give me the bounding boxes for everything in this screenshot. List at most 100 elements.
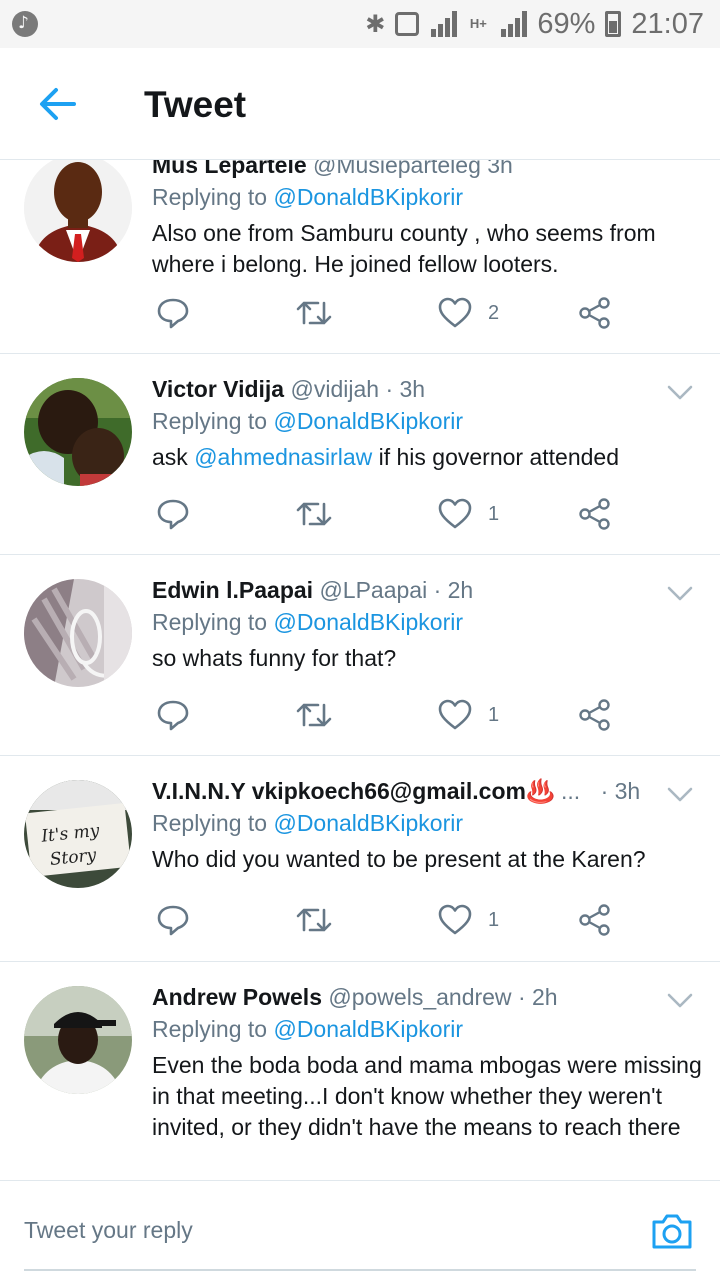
bluetooth-icon: ✱ (365, 10, 386, 38)
tweet-text: Also one from Samburu county , who seems… (152, 220, 656, 277)
reply-icon (157, 700, 189, 731)
tweet-text: Who did you wanted to be present at the … (152, 846, 646, 872)
reply-list[interactable]: Mus Lepartele @Musieparteleg 3h Replying… (0, 160, 720, 1178)
user-name[interactable]: Victor Vidija (152, 376, 284, 402)
signal-icon (429, 11, 458, 37)
tweet-item[interactable]: Edwin l.Paapai @LPaapai · 2h Replying to… (0, 555, 720, 756)
avatar[interactable] (24, 986, 132, 1094)
avatar[interactable] (24, 378, 132, 486)
tweet-actions: 1 (152, 900, 622, 940)
user-name[interactable]: Andrew Powels (152, 984, 322, 1010)
reply-button[interactable] (156, 900, 190, 940)
chevron-down-icon[interactable] (666, 786, 694, 804)
share-icon (579, 699, 610, 731)
phone-icon (395, 12, 420, 36)
share-button[interactable] (578, 293, 612, 333)
like-count: 1 (488, 502, 500, 525)
tweet-header: Edwin l.Paapai @LPaapai · 2h (152, 575, 702, 605)
like-count: 1 (488, 703, 500, 726)
retweet-button[interactable] (296, 900, 332, 940)
avatar[interactable]: It's my Story (24, 780, 132, 888)
reply-button[interactable] (156, 695, 190, 735)
signal-icon-2 (499, 11, 528, 37)
user-handle[interactable]: @vidijah (290, 376, 379, 402)
chevron-down-icon[interactable] (666, 992, 694, 1010)
reply-input[interactable]: Tweet your reply (24, 1217, 193, 1244)
status-bar: ✱ H+ 69% 21:07 (0, 0, 720, 48)
clock: 21:07 (631, 7, 704, 40)
tweet-item[interactable]: Andrew Powels @powels_andrew · 2h Replyi… (0, 962, 720, 1178)
replying-label: Replying to (152, 810, 268, 836)
user-handle[interactable]: @powels_andrew (328, 984, 511, 1010)
arrow-left-icon[interactable] (38, 86, 78, 122)
tweet-header: Andrew Powels @powels_andrew · 2h (152, 982, 702, 1012)
status-icons: ✱ H+ 69% 21:07 (365, 6, 704, 42)
replying-mention[interactable]: @DonaldBKipkorir (273, 1016, 463, 1042)
user-handle[interactable]: @Musieparteleg (313, 160, 481, 178)
share-button[interactable] (578, 695, 612, 735)
tweet-header: Mus Lepartele @Musieparteleg 3h (152, 160, 702, 180)
reply-button[interactable] (156, 494, 190, 534)
tweet-item[interactable]: Victor Vidija @vidijah · 3h Replying to … (0, 354, 720, 555)
retweet-icon (296, 703, 332, 727)
like-button[interactable]: 1 (438, 695, 499, 735)
avatar[interactable] (24, 579, 132, 687)
user-name[interactable]: Mus Lepartele (152, 160, 307, 178)
like-button[interactable]: 2 (438, 293, 499, 333)
replying-label: Replying to (152, 184, 268, 210)
tweet-text: ask @ahmednasirlaw if his governor atten… (152, 442, 702, 473)
user-name[interactable]: V.I.N.N.Y vkipkoech66@gmail.com♨️ (152, 778, 555, 804)
tweet-actions: 1 (152, 695, 622, 735)
tweet-item[interactable]: Mus Lepartele @Musieparteleg 3h Replying… (0, 160, 720, 354)
replying-mention[interactable]: @DonaldBKipkorir (273, 810, 463, 836)
battery-icon (605, 11, 622, 37)
replying-mention[interactable]: @DonaldBKipkorir (273, 408, 463, 434)
chevron-down-icon[interactable] (666, 384, 694, 402)
like-button[interactable]: 1 (438, 900, 499, 940)
tweet-item[interactable]: It's my Story V.I.N.N.Y vkipkoech66@gmai… (0, 756, 720, 962)
replying-to: Replying to @DonaldBKipkorir (152, 182, 702, 212)
retweet-icon (296, 908, 332, 932)
reply-icon (157, 499, 189, 530)
retweet-button[interactable] (296, 695, 332, 735)
avatar[interactable] (24, 160, 132, 262)
network-type: H+ (469, 16, 487, 31)
chevron-down-icon[interactable] (666, 585, 694, 603)
text-mention[interactable]: @ahmednasirlaw (194, 444, 372, 470)
share-button[interactable] (578, 494, 612, 534)
tweet-header: Victor Vidija @vidijah · 3h (152, 374, 702, 404)
like-count: 1 (488, 908, 500, 931)
share-icon (579, 297, 610, 329)
replying-to: Replying to @DonaldBKipkorir (152, 406, 702, 436)
tweet-actions: 1 (152, 494, 622, 534)
retweet-button[interactable] (296, 494, 332, 534)
tweet-text-end: if his governor attended (372, 444, 620, 470)
replying-mention[interactable]: @DonaldBKipkorir (273, 609, 463, 635)
user-handle[interactable]: @LPaapai (319, 577, 427, 603)
replying-label: Replying to (152, 408, 268, 434)
replying-to: Replying to @DonaldBKipkorir (152, 808, 702, 838)
user-handle[interactable]: ... (561, 778, 580, 804)
reply-underline (24, 1269, 696, 1271)
reply-composer: Tweet your reply (0, 1180, 720, 1280)
retweet-button[interactable] (296, 293, 332, 333)
tweet-text-start: ask (152, 444, 195, 470)
reply-icon (157, 905, 189, 936)
like-button[interactable]: 1 (438, 494, 499, 534)
share-icon (579, 904, 610, 936)
tweet-time: · 3h (600, 778, 641, 804)
replying-mention[interactable]: @DonaldBKipkorir (273, 184, 463, 210)
user-name[interactable]: Edwin l.Paapai (152, 577, 313, 603)
replying-label: Replying to (152, 609, 268, 635)
replying-to: Replying to @DonaldBKipkorir (152, 1014, 702, 1044)
share-button[interactable] (578, 900, 612, 940)
replying-label: Replying to (152, 1016, 268, 1042)
retweet-icon (296, 502, 332, 526)
tweet-text: Even the boda boda and mama mbogas were … (152, 1052, 702, 1140)
camera-icon[interactable] (650, 1211, 694, 1251)
reply-button[interactable] (156, 293, 190, 333)
tweet-text: so whats funny for that? (152, 645, 397, 671)
battery-percent: 69% (537, 7, 596, 40)
heart-icon (438, 297, 472, 328)
heart-icon (438, 498, 472, 529)
